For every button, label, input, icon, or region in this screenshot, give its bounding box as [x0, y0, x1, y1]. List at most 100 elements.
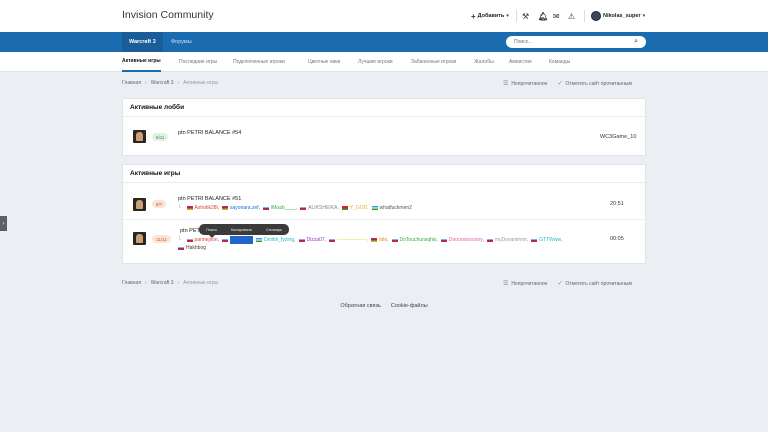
- player-item[interactable]: Hakhbog: [178, 244, 206, 252]
- breadcrumb-warcraft3[interactable]: Warcraft 3: [151, 80, 174, 86]
- divider: [516, 10, 517, 22]
- mark-read-label: Отметить сайт прочитанным: [565, 80, 632, 87]
- unread-link[interactable]: ☰ Непрочитанное: [503, 80, 547, 87]
- map-thumbnail: [133, 130, 146, 143]
- tab-banned-players[interactable]: Забаненные игроки: [411, 52, 456, 72]
- game-title[interactable]: ptn PETRI BALANCE #51: [178, 196, 241, 202]
- flag-icon: [298, 238, 305, 242]
- games-heading: Активные игры: [123, 165, 645, 183]
- flag-icon: [486, 238, 493, 242]
- player-item[interactable]: iMoah____,: [263, 204, 297, 212]
- tab-complaints[interactable]: Жалобы: [474, 52, 494, 72]
- unread-link[interactable]: ☰ Непрочитанное: [503, 280, 547, 287]
- player-name: Hakhbog: [186, 245, 207, 251]
- flag-icon: [263, 206, 270, 210]
- footer: Обратная связь Cookie-файлы: [0, 303, 768, 309]
- side-panel-toggle[interactable]: ›: [0, 216, 7, 231]
- flag-icon: [341, 206, 348, 210]
- gavel-icon: ⚒: [522, 11, 530, 21]
- player-name: Dizza07,: [306, 237, 326, 243]
- player-item[interactable]: ALIKSHEIKA,: [300, 204, 339, 212]
- game-time: 00:05: [610, 236, 624, 242]
- chevron-right-icon: ›: [145, 280, 147, 286]
- player-item[interactable]: ——————,: [328, 236, 369, 244]
- flag-icon: [328, 238, 335, 242]
- nav-item-forums[interactable]: Форумы: [171, 32, 192, 52]
- player-name: myDovanimmr,: [494, 237, 529, 243]
- site-title[interactable]: Invision Community: [122, 9, 214, 21]
- player-item[interactable]: myDovanimmr,: [486, 236, 529, 244]
- notifications-button[interactable]: 🔔︎: [538, 10, 548, 22]
- breadcrumb-home[interactable]: Главная: [122, 280, 141, 286]
- unread-label: Непрочитанное: [511, 280, 548, 287]
- search-icon[interactable]: ⌕: [634, 38, 638, 46]
- context-copy[interactable]: Копировать: [231, 227, 253, 232]
- lobby-title[interactable]: ptn PETRI BALANCE #54: [178, 130, 241, 136]
- player-item[interactable]: Dooooooooooy,: [440, 236, 484, 244]
- divider: [584, 10, 585, 22]
- player-item[interactable]: Dizza07,: [298, 236, 326, 244]
- player-name: Ashotik28l,: [194, 205, 220, 211]
- breadcrumb-current: Активные игры: [183, 280, 219, 286]
- lobby-row[interactable]: 6/11 ptn PETRI BALANCE #54 WC3Game_10: [123, 117, 647, 155]
- moderation-button[interactable]: ⚒: [522, 10, 529, 22]
- mark-read-link[interactable]: ✓ Отметить сайт прочитанным: [557, 280, 632, 287]
- player-name: whatfuckmen2: [379, 205, 412, 211]
- flag-icon: [371, 238, 378, 242]
- breadcrumb-home[interactable]: Главная: [122, 80, 141, 86]
- breadcrumb-warcraft3[interactable]: Warcraft 3: [151, 280, 174, 286]
- check-icon: ✓: [557, 280, 563, 287]
- player-name: Dooooooooooy,: [448, 237, 484, 243]
- player-item[interactable]: Ashotik28l,: [186, 204, 220, 212]
- feedback-link[interactable]: Обратная связь: [340, 303, 381, 309]
- player-item[interactable]: sayonara.zef,: [222, 204, 260, 212]
- tab-connected-players[interactable]: Подключенные игроки: [233, 52, 285, 72]
- reports-button[interactable]: ⚠: [568, 10, 575, 22]
- player-item[interactable]: DoTouchunsqhis,: [391, 236, 438, 244]
- player-item[interactable]: Y_GOD,: [341, 204, 369, 212]
- bell-icon: 🔔︎: [538, 11, 549, 21]
- tab-amnesties[interactable]: Амнистии: [509, 52, 532, 72]
- game-time: 20:51: [610, 201, 624, 207]
- player-name: GTTWww,: [539, 237, 563, 243]
- avatar: [591, 11, 601, 21]
- player-item[interactable]: GTTWww,: [531, 236, 562, 244]
- player-name: sayonara.zef,: [230, 205, 261, 211]
- tab-teams[interactable]: Команды: [549, 52, 570, 72]
- player-item[interactable]: Dmitrii_fyzing,: [256, 236, 296, 244]
- search-input[interactable]: [514, 39, 624, 45]
- tab-colored-nicks[interactable]: Цветные ники: [308, 52, 340, 72]
- page-actions-bottom: ☰ Непрочитанное ✓ Отметить сайт прочитанны…: [503, 278, 632, 288]
- search-box[interactable]: ⌕: [506, 36, 646, 48]
- player-item[interactable]: whatfuckmen2: [371, 204, 412, 212]
- nav-item-warcraft3[interactable]: Warcraft 3: [122, 32, 163, 52]
- game-row[interactable]: 8/7 ptn PETRI BALANCE #51 └ Ashotik28l, sa…: [123, 184, 647, 220]
- check-icon: ✓: [557, 80, 563, 87]
- tree-branch-icon: └: [178, 237, 182, 243]
- player-name: pannejson,: [194, 237, 220, 243]
- context-search[interactable]: Поиск: [206, 227, 217, 232]
- plus-icon: +: [471, 11, 476, 21]
- tab-active-games[interactable]: Активные игры: [122, 52, 161, 72]
- top-bar: Invision Community + Добавить ▾ ⚒ 🔔︎ ✉ ⚠…: [0, 0, 768, 32]
- messages-button[interactable]: ✉: [553, 10, 560, 22]
- mark-read-link[interactable]: ✓ Отметить сайт прочитанным: [557, 80, 632, 87]
- player-name: ——————,: [336, 237, 369, 243]
- user-name: Nikolas_super: [603, 13, 641, 19]
- user-menu[interactable]: Nikolas_super ▾: [591, 10, 645, 22]
- flag-icon: [186, 206, 193, 210]
- tab-recent-games[interactable]: Последние игры: [179, 52, 217, 72]
- tab-best-players[interactable]: Лучшие игроки: [358, 52, 393, 72]
- cookies-link[interactable]: Cookie-файлы: [391, 303, 428, 309]
- player-name: ALIKSHEIKA,: [308, 205, 339, 211]
- player-name: Y_GOD,: [349, 205, 369, 211]
- context-dictionary[interactable]: Словарь: [266, 227, 282, 232]
- player-item[interactable]: lolo,: [371, 236, 389, 244]
- breadcrumb: Главная › Warcraft 3 › Активные игры: [122, 78, 218, 88]
- mark-read-label: Отметить сайт прочитанным: [565, 280, 632, 287]
- unread-label: Непрочитанное: [511, 80, 548, 87]
- flag-icon: [440, 238, 447, 242]
- flag-icon: [256, 238, 263, 242]
- add-button[interactable]: + Добавить ▾: [471, 10, 509, 22]
- player-item[interactable]: Tanya_RS: [222, 236, 254, 244]
